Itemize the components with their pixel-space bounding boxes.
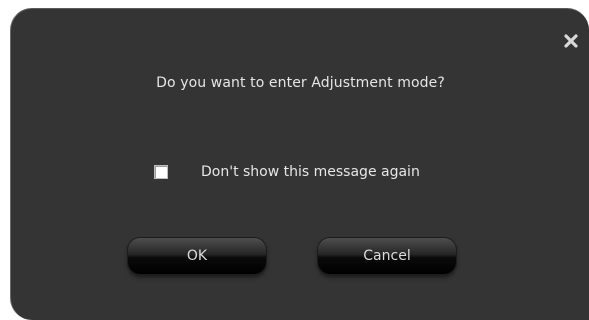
close-icon[interactable] bbox=[563, 33, 579, 49]
cancel-button[interactable]: Cancel bbox=[318, 238, 456, 274]
dont-show-again-checkbox[interactable] bbox=[154, 165, 168, 179]
dont-show-again-label[interactable]: Don't show this message again bbox=[201, 164, 420, 180]
ok-button[interactable]: OK bbox=[128, 238, 266, 274]
dont-show-again-row: Don't show this message again bbox=[154, 163, 420, 181]
adjustment-mode-dialog: Do you want to enter Adjustment mode? Do… bbox=[10, 8, 589, 320]
dialog-message: Do you want to enter Adjustment mode? bbox=[156, 75, 445, 91]
